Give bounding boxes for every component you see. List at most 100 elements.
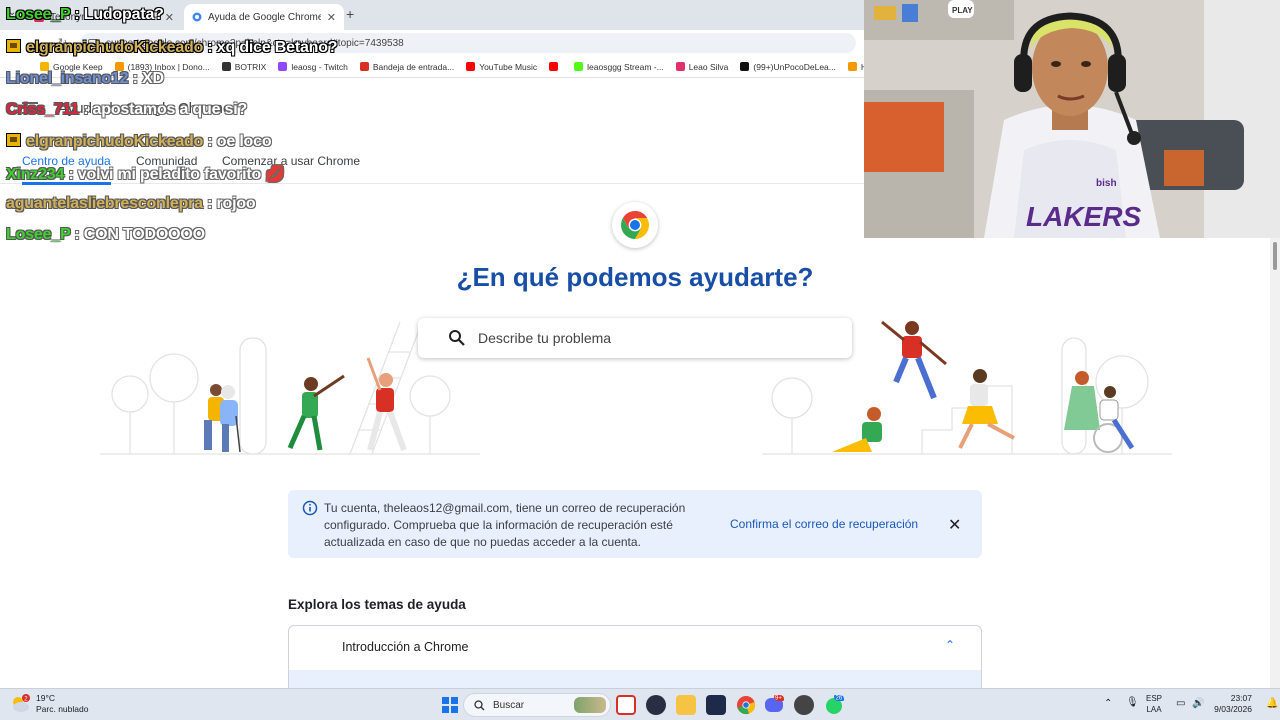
chat-text: : xq dice Betano? [207,39,338,56]
steam-icon[interactable] [794,695,814,715]
weather-desc: Parc. nublado [36,704,89,714]
chevron-up-icon[interactable]: ⌃ [945,638,955,652]
chrome-icon [621,211,649,239]
recovery-info-card: Tu cuenta, theleaos12@gmail.com, tiene u… [288,490,982,558]
chat-message: Losee_P : CON TODOOOO [6,226,205,244]
close-icon[interactable]: ✕ [948,515,961,535]
discord-icon[interactable]: 9+ [764,695,784,715]
close-tab-icon[interactable]: ✕ [327,11,336,24]
taskbar-search-label: Buscar [493,699,525,711]
info-icon [302,500,318,516]
network-icon[interactable]: ▭ [1176,698,1185,709]
chat-message: aguantelasliebresconlepra : rojoo [6,195,256,213]
bookmark-icon [847,62,857,71]
weather-widget[interactable]: 2 19°C Parc. nublado [10,693,88,715]
app-icon[interactable] [646,695,666,715]
bookmark-item[interactable]: (99+)UnPocoDeLea... [740,61,836,72]
bookmark-item[interactable]: Home | D [847,62,864,72]
bookmark-icon [740,62,750,71]
streamer-webcam-image: PLAY LAKERS bish [864,0,1280,238]
hero-title: ¿En qué podemos ayudarte? [456,262,814,292]
bookmark-label: leaosg - Twitch [291,61,348,72]
recovery-info-text: Tu cuenta, theleaos12@gmail.com, tiene u… [324,501,686,549]
chat-text: : Ludopata? [74,6,164,23]
close-tab-icon[interactable]: ✕ [165,11,174,24]
bookmark-icon [466,62,476,71]
chat-badge-icon [6,39,21,53]
edge-browser-icon[interactable] [616,695,636,715]
terminal-icon[interactable] [706,695,726,715]
chat-username: elgranpichudoKickeado [26,133,204,150]
screen: ⌄ Tellonym ✕ Ayuda de Google Chrome ✕ + … [0,0,1280,720]
page-scrollbar[interactable] [1270,238,1280,688]
windows-start-icon[interactable] [440,695,460,715]
weather-temp: 19°C [36,693,55,703]
scrollbar-thumb[interactable] [1273,242,1277,270]
svg-text:bish: bish [1096,178,1117,189]
svg-text:LAKERS: LAKERS [1026,201,1141,232]
search-icon [474,699,485,710]
google-icon [192,12,202,22]
tab-label: Ayuda de Google Chrome [208,11,321,23]
chat-username: elgranpichudoKickeado [26,39,204,56]
windows-taskbar: 2 19°C Parc. nublado Buscar 9+ 26 ⌃ 🎙 ES… [0,688,1280,720]
bookmark-label: leaosggg Stream -... [587,61,664,72]
clock-date: 9/03/2026 [1214,704,1252,714]
weather-cloud-icon: 2 [13,694,30,712]
whatsapp-icon[interactable]: 26 [824,695,844,715]
bookmark-icon [359,62,369,71]
chat-text: : volvi mi peladito favorito 💋 [68,166,286,183]
search-highlight-image [574,697,606,713]
bookmark-item[interactable]: Leao Silva [675,61,729,72]
bookmark-item[interactable] [549,62,562,71]
language-indicator[interactable]: ESP LAA [1146,693,1162,715]
chrome-taskbar-icon[interactable] [736,695,756,715]
chat-message: Losee_P : Ludopata? [6,6,164,24]
bookmark-label: BOTRIX [234,61,267,72]
people-illustration-right [762,320,1172,455]
bookmark-label: (99+)UnPocoDeLea... [753,61,836,72]
chat-text: : rojoo [207,195,256,212]
chat-text: : oe loco [207,133,272,150]
taskbar-search[interactable]: Buscar [463,693,611,717]
bookmark-label: YouTube Music [479,61,538,72]
bookmark-icon [675,62,685,71]
chat-text: : CON TODOOOO [74,226,205,243]
clock-time: 23:07 [1230,693,1252,703]
chat-message: Xinz234 : volvi mi peladito favorito 💋 [6,164,285,184]
chat-username: Criss_711 [6,101,79,118]
microphone-icon[interactable]: 🎙 [1126,697,1139,708]
bookmark-label: Leao Silva [688,61,729,72]
bookmark-item[interactable]: YouTube Music [466,62,537,72]
chat-username: Losee_P [6,6,71,23]
topic-label[interactable]: Introducción a Chrome [342,640,468,654]
chat-username: Losee_P [6,226,71,243]
confirm-recovery-link[interactable]: Confirma el correo de recuperación [730,517,918,531]
search-icon [449,330,465,346]
language-top: ESP [1146,694,1163,703]
topic-accordion[interactable]: Introducción a Chrome ⌃ [288,625,982,695]
volume-icon[interactable]: 🔊 [1192,698,1204,709]
file-explorer-icon[interactable] [676,695,696,715]
new-tab-button[interactable]: + [346,6,354,22]
chat-message: Lionel_insano12 : XD [6,70,164,88]
bookmark-label: Bandeja de entrada... [372,61,455,72]
chat-username: Lionel_insano12 [6,70,129,87]
chat-text: : XD [132,70,164,87]
chat-username: Xinz234 [6,166,65,183]
bookmark-item[interactable]: leaosggg Stream -... [574,62,664,72]
chat-message: Criss_711 : apostamos a que si? [6,101,247,119]
bookmark-item[interactable]: leaosg - Twitch [278,62,348,72]
bookmark-icon [549,62,559,71]
system-clock[interactable]: 23:07 9/03/2026 [1206,693,1252,715]
topics-title: Explora los temas de ayuda [288,597,466,612]
notification-bell-icon[interactable]: 🔔 [1266,698,1278,709]
chat-message: elgranpichudoKickeado : oe loco [6,133,272,151]
svg-text:PLAY: PLAY [952,6,973,15]
bookmark-item[interactable]: BOTRIX [221,61,267,72]
bookmark-item[interactable]: Bandeja de entrada... [359,61,455,72]
svg-text:26: 26 [836,696,843,702]
tab-chrome-help[interactable]: Ayuda de Google Chrome ✕ [184,4,344,30]
chevron-up-icon[interactable]: ⌃ [1104,698,1112,709]
svg-text:9+: 9+ [775,696,782,702]
